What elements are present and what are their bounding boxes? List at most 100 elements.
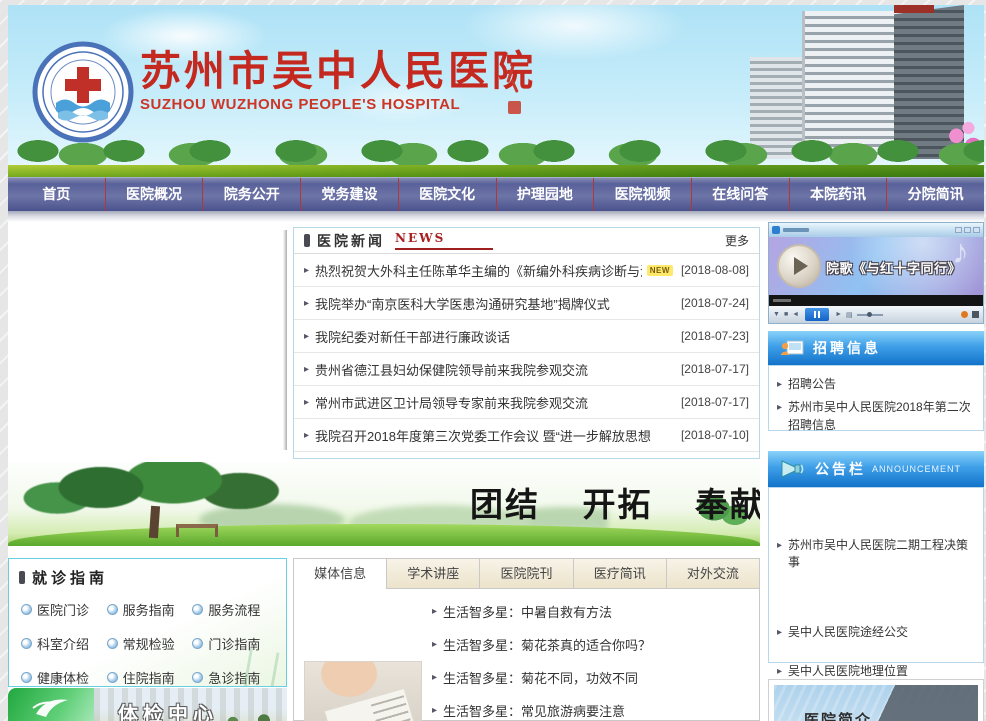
stop-icon[interactable]: ■ (784, 311, 788, 318)
nav-item-culture[interactable]: 医院文化 (399, 178, 497, 211)
site-title-block: 苏州市吴中人民医院 SUZHOU WUZHONG PEOPLE'S HOSPIT… (140, 49, 536, 113)
news-title: 医院新闻 (317, 231, 385, 251)
fullscreen-icon[interactable] (972, 311, 979, 318)
announcement-box: ▸ 苏州市吴中人民医院二期工程决策事 ▸ 吴中人民医院途经公交 ▸ 吴中人民医院… (768, 487, 984, 663)
pause-button[interactable] (805, 308, 829, 321)
tab-lectures[interactable]: 学术讲座 (387, 559, 480, 588)
arrow-icon: ▸ (777, 401, 782, 434)
news-more-link[interactable]: 更多 (725, 232, 749, 249)
guide-link-tests[interactable]: 常规检验 (107, 634, 193, 653)
play-button[interactable] (777, 244, 821, 288)
nav-item-party[interactable]: 党务建设 (301, 178, 399, 211)
news-date: [2018-07-24] (673, 296, 749, 310)
tab-journal[interactable]: 医院院刊 (480, 559, 573, 588)
news-date: [2018-07-23] (673, 329, 749, 343)
slogan-word: 团结 (470, 485, 540, 524)
guide-link-service-flow[interactable]: 服务流程 (192, 600, 278, 619)
slideshow-panel (8, 222, 287, 458)
hospital-logo-icon (32, 41, 134, 143)
bench-decoration (176, 524, 218, 537)
arrow-icon: ▸ (304, 331, 309, 342)
tab-medical-brief[interactable]: 医疗简讯 (574, 559, 667, 588)
news-item[interactable]: ▸ 我院召开2018年度第三次党委工作会议 暨“进一步解放思想 [2018-07… (294, 419, 759, 452)
main-container: 苏州市吴中人民医院 SUZHOU WUZHONG PEOPLE'S HOSPIT… (8, 5, 984, 721)
maximize-icon[interactable] (964, 227, 971, 233)
announcement-item[interactable]: ▸ 苏州市吴中人民医院二期工程决策事 (777, 534, 975, 575)
visit-guide-box: 就诊指南 医院门诊 服务指南 服务流程 科室介绍 常规检验 门诊指南 健康体检 … (8, 558, 287, 687)
media-item[interactable]: ▸ 生活智多星：常见旅游病要注意 (432, 694, 759, 721)
circle-icon (107, 604, 118, 615)
announcement-item[interactable]: ▸ 吴中人民医院途经公交 (777, 621, 975, 644)
close-icon[interactable] (973, 227, 980, 233)
news-subtitle: NEWS (395, 231, 493, 250)
exam-center-label: 体检中心 (118, 698, 218, 721)
guide-link-service-guide[interactable]: 服务指南 (107, 600, 193, 619)
news-item[interactable]: ▸ 热烈祝贺大外科主任陈革华主编的《新编外科疾病诊断与治 NEW [2018-0… (294, 254, 759, 287)
tab-media-info[interactable]: 媒体信息 (294, 559, 387, 588)
guide-link-checkup[interactable]: 健康体检 (21, 668, 107, 687)
news-date: [2018-07-10] (673, 428, 749, 442)
recruitment-item[interactable]: ▸ 招聘公告 (777, 373, 975, 396)
news-item[interactable]: ▸ 常州市武进区卫计局领导专家前来我院参观交流 [2018-07-17] (294, 386, 759, 419)
media-list: ▸ 生活智多星：中暑自救有方法 ▸ 生活智多星：菊花茶真的适合你吗？ ▸ 生活智… (432, 589, 759, 721)
nav-item-home[interactable]: 首页 (8, 178, 106, 211)
nav-item-branch[interactable]: 分院简讯 (887, 178, 984, 211)
open-file-icon[interactable]: ▤ (846, 311, 853, 319)
playlist-toggle-icon[interactable]: ▼ (773, 311, 780, 318)
flask-watermark (242, 648, 279, 687)
media-item[interactable]: ▸ 生活智多星：中暑自救有方法 (432, 595, 759, 628)
arrow-icon: ▸ (304, 298, 309, 309)
hospital-intro-box[interactable]: 医院简介 (768, 679, 984, 721)
nav-item-qa[interactable]: 在线问答 (692, 178, 790, 211)
hospital-intro-image: 医院简介 (774, 685, 978, 721)
recruitment-item[interactable]: ▸ 苏州市吴中人民医院2018年第二次招聘信息 (777, 396, 975, 437)
newspaper-decoration (324, 688, 422, 721)
exam-center-banner[interactable]: 体检中心 (8, 688, 287, 721)
nav-item-pharmacy[interactable]: 本院药讯 (790, 178, 888, 211)
arrow-icon: ▸ (777, 626, 782, 641)
nav-item-nursing[interactable]: 护理园地 (497, 178, 595, 211)
page: 苏州市吴中人民医院 SUZHOU WUZHONG PEOPLE'S HOSPIT… (0, 0, 986, 721)
player-logo-icon (772, 226, 780, 234)
arrow-icon: ▸ (432, 672, 437, 683)
guide-link-outpatient[interactable]: 医院门诊 (21, 600, 107, 619)
guide-link-departments[interactable]: 科室介绍 (21, 634, 107, 653)
media-item[interactable]: ▸ 生活智多星：菊花茶真的适合你吗？ (432, 628, 759, 661)
player-controls: ▼ ■ ◄ ► ▤ (769, 306, 983, 323)
news-date: [2018-08-08] (673, 263, 749, 277)
recruitment-title: 招聘信息 (813, 338, 881, 358)
volume-slider[interactable] (857, 314, 883, 316)
arrow-icon: ▸ (777, 378, 782, 393)
bullet-icon (304, 234, 310, 247)
signature-seal (505, 65, 525, 117)
bullet-icon (19, 571, 25, 584)
news-date: [2018-07-17] (673, 362, 749, 376)
tab-exchange[interactable]: 对外交流 (667, 559, 759, 588)
tab-bar: 媒体信息 学术讲座 医院院刊 医疗简讯 对外交流 (294, 559, 759, 589)
arrow-icon: ▸ (777, 665, 782, 680)
nav-item-overview[interactable]: 医院概况 (106, 178, 204, 211)
arrow-icon: ▸ (304, 430, 309, 441)
arrow-icon: ▸ (777, 539, 782, 572)
minimize-icon[interactable] (955, 227, 962, 233)
circle-icon (107, 638, 118, 649)
player-status-bar (769, 295, 983, 306)
media-item[interactable]: ▸ 生活智多星：菊花不同，功效不同 (432, 661, 759, 694)
guide-link-inpatient[interactable]: 住院指南 (107, 668, 193, 687)
guide-links: 医院门诊 服务指南 服务流程 科室介绍 常规检验 门诊指南 健康体检 住院指南 … (9, 590, 286, 687)
news-item[interactable]: ▸ 贵州省德江县妇幼保健院领导前来我院参观交流 [2018-07-17] (294, 353, 759, 386)
news-item[interactable]: ▸ 我院举办“南京医科大学医患沟通研究基地”揭牌仪式 [2018-07-24] (294, 287, 759, 320)
megaphone-icon (780, 460, 806, 478)
next-icon[interactable]: ► (835, 311, 842, 318)
announcement-subtitle: ANNOUNCEMENT (872, 464, 961, 474)
news-item[interactable]: ▸ 我院纪委对新任干部进行廉政谈话 [2018-07-23] (294, 320, 759, 353)
video-player: ♪ 院歌《与红十字同行》 ▼ ■ ◄ ► ▤ (768, 222, 984, 324)
record-icon[interactable] (961, 311, 968, 318)
nav-item-affairs[interactable]: 院务公开 (203, 178, 301, 211)
previous-icon[interactable]: ◄ (792, 311, 799, 318)
nav-item-video[interactable]: 医院视频 (594, 178, 692, 211)
arrow-icon: ▸ (432, 705, 437, 716)
player-brand (783, 228, 809, 232)
slogan-text: 团结 开拓 奉献 (470, 478, 760, 526)
media-tab-box: 媒体信息 学术讲座 医院院刊 医疗简讯 对外交流 ▸ 生活智多星：中暑自救有方法… (293, 558, 760, 721)
